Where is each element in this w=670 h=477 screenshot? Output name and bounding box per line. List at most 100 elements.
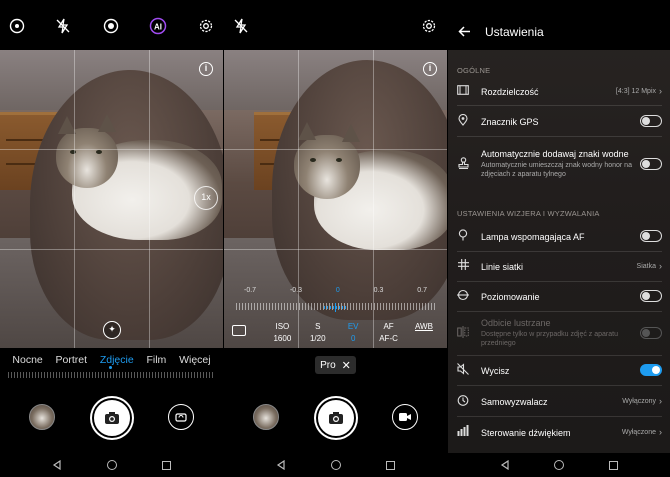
pro-mode-tag[interactable]: Pro ✕ [315, 356, 356, 374]
switch-camera-button[interactable] [168, 404, 194, 430]
ev-scale-label: 0.3 [373, 287, 384, 294]
setting-title: Automatycznie dodawaj znaki wodne [481, 149, 629, 159]
nav-home-icon[interactable] [330, 460, 341, 470]
settings-title: Ustawienia [485, 25, 544, 39]
ev-scale-labels: -0.7 -0.3 0 0.3 0.7 [244, 287, 427, 294]
ai-icon[interactable]: AI [149, 17, 167, 35]
back-arrow-icon[interactable] [458, 24, 471, 40]
video-record-button[interactable] [392, 404, 418, 430]
nav-back-icon[interactable] [500, 460, 510, 470]
metering-icon [232, 325, 246, 336]
ev-parameter[interactable]: EV 0 [338, 321, 368, 345]
grid-icon [457, 259, 469, 273]
level-toggle[interactable] [640, 290, 662, 302]
setting-title: Sterowanie dźwiękiem [481, 428, 571, 438]
chevron-right-icon: › [659, 86, 662, 96]
setting-level[interactable]: Poziomowanie [457, 288, 662, 304]
divider [457, 105, 662, 106]
camera-icon [105, 412, 119, 424]
settings-gear-icon[interactable] [197, 17, 215, 35]
close-icon[interactable]: ✕ [342, 359, 351, 372]
setting-subtitle: Automatycznie umieszczaj znak wodny hono… [481, 162, 632, 178]
nav-back-icon[interactable] [52, 460, 62, 470]
video-camera-icon [399, 413, 411, 421]
section-title-general: OGÓLNE [457, 66, 491, 75]
mode-portrait[interactable]: Portret [56, 354, 88, 366]
iso-parameter[interactable]: ISO 1600 [267, 321, 297, 345]
nav-home-icon[interactable] [554, 460, 565, 470]
setting-auto-watermark[interactable]: Automatycznie dodawaj znaki wodne Automa… [457, 142, 662, 186]
setting-value: [4:3] 12 Mpix [615, 87, 656, 95]
af-lamp-toggle[interactable] [640, 230, 662, 242]
gallery-thumbnail[interactable] [253, 404, 279, 430]
chevron-right-icon: › [659, 427, 662, 437]
settings-gear-icon[interactable] [420, 17, 438, 35]
zoom-button[interactable]: 1x [194, 186, 218, 210]
nav-recents-icon[interactable] [161, 460, 171, 470]
grid-line [224, 149, 447, 150]
setting-title: Lampa wspomagająca AF [481, 232, 585, 242]
info-icon[interactable]: i [199, 62, 213, 76]
setting-gps-tag[interactable]: Znacznik GPS [457, 113, 662, 129]
nav-recents-icon[interactable] [385, 460, 395, 470]
divider [457, 281, 662, 282]
nav-recents-icon[interactable] [608, 460, 618, 470]
setting-audio-control[interactable]: Sterowanie dźwiękiem Wyłączone › [457, 424, 662, 440]
info-icon[interactable]: i [423, 62, 437, 76]
chevron-right-icon: › [659, 261, 662, 271]
live-photo-icon[interactable] [102, 17, 120, 35]
iso-key: ISO [275, 322, 290, 331]
nav-home-icon[interactable] [106, 460, 117, 470]
ev-value: 0 [350, 334, 356, 343]
flash-off-icon[interactable] [232, 17, 250, 35]
divider [457, 355, 662, 356]
setting-mute[interactable]: Wycisz [457, 362, 662, 378]
divider [457, 251, 662, 252]
setting-value: Wyłączony [622, 397, 656, 405]
flash-off-icon[interactable] [54, 17, 72, 35]
gps-toggle[interactable] [640, 115, 662, 127]
grid-line [0, 249, 223, 250]
ai-label: AI [154, 22, 162, 31]
pro-mode-screen: i -0.7 -0.3 0 0.3 0.7 ISO 1600 S 1/20 EV… [224, 0, 447, 477]
shutter-speed-parameter[interactable]: S 1/20 [303, 321, 333, 345]
scene-cat-ear [98, 114, 116, 132]
divider [457, 385, 662, 386]
section-title-viewfinder: USTAWIENIA WIZJERA I WYZWALANIA [457, 209, 600, 218]
setting-value: Siatka [636, 262, 656, 270]
pro-mode-label: Pro [320, 359, 336, 371]
beauty-mode-icon[interactable]: ✦ [103, 321, 121, 339]
setting-title: Poziomowanie [481, 292, 540, 302]
setting-grid-lines[interactable]: Linie siatki Siatka › [457, 258, 662, 274]
gps-pin-icon [457, 113, 469, 129]
awb-key: AWB [414, 322, 433, 331]
shutter-button[interactable] [318, 400, 354, 436]
watermark-stamp-icon [457, 156, 469, 172]
setting-title: Wycisz [481, 366, 510, 376]
mode-night[interactable]: Nocne [12, 354, 42, 366]
af-parameter[interactable]: AF AF-C [374, 321, 404, 345]
pro-parameters-bar: ISO 1600 S 1/20 EV 0 AF AF-C AWB [232, 321, 439, 345]
mode-photo[interactable]: Zdjęcie [100, 354, 134, 366]
setting-self-timer[interactable]: Samowyzwalacz Wyłączony › [457, 393, 662, 409]
gallery-thumbnail[interactable] [29, 404, 55, 430]
scene-cat-eye [336, 158, 342, 162]
mute-toggle[interactable] [640, 364, 662, 376]
mode-more[interactable]: Więcej [179, 354, 211, 366]
nav-back-icon[interactable] [276, 460, 286, 470]
watermark-toggle[interactable] [640, 158, 662, 170]
chevron-right-icon: › [659, 396, 662, 406]
setting-resolution[interactable]: Rozdzielczość [4:3] 12 Mpix › [457, 83, 662, 99]
flash-auto-icon[interactable] [8, 17, 26, 35]
shutter-button[interactable] [94, 400, 130, 436]
scene-cat-eye [70, 150, 76, 154]
setting-af-assist-lamp[interactable]: Lampa wspomagająca AF [457, 228, 662, 244]
resolution-icon [457, 84, 469, 98]
mode-video[interactable]: Film [146, 354, 166, 366]
metering-button[interactable] [232, 321, 262, 336]
ev-slider-handle[interactable] [335, 303, 336, 312]
af-key: AF [383, 322, 394, 331]
setting-title: Samowyzwalacz [481, 397, 548, 407]
camera-viewfinder[interactable]: i 1x ✦ [0, 50, 223, 348]
awb-parameter[interactable]: AWB [409, 321, 439, 333]
